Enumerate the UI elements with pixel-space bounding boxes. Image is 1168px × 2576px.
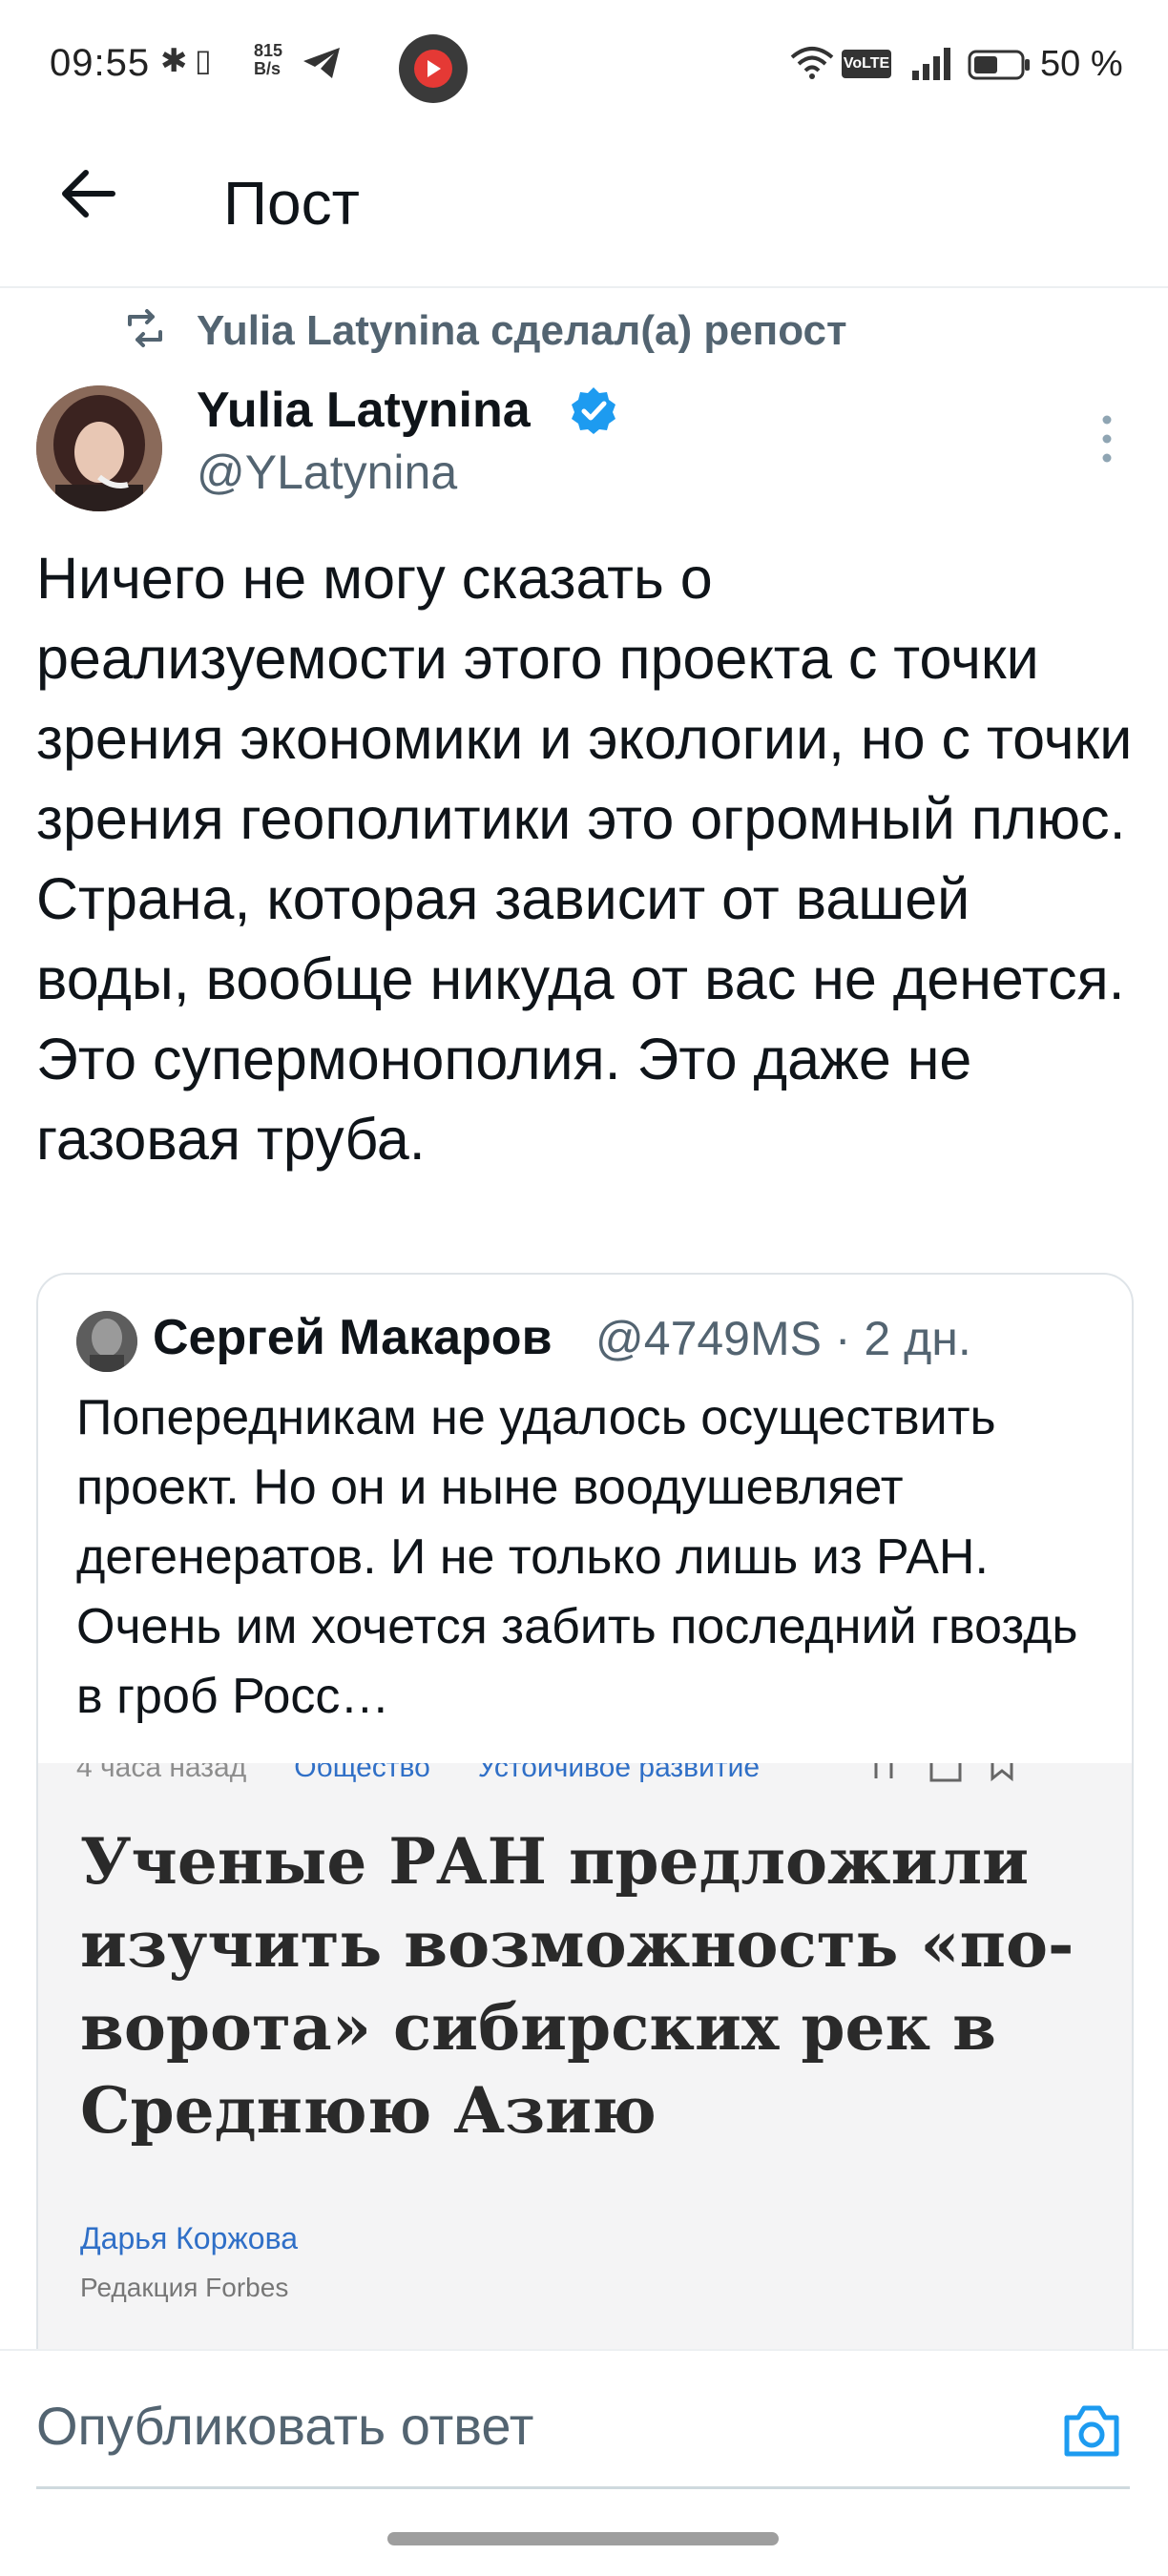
reply-input[interactable]: Опубликовать ответ — [36, 2395, 533, 2457]
quoted-post-card[interactable]: Сергей Макаров @4749MS · 2 дн. Попередни… — [36, 1273, 1134, 2402]
verified-badge-icon — [569, 385, 618, 435]
reply-underline — [36, 2486, 1130, 2489]
bluetooth-icon: ✱ — [160, 43, 188, 79]
avatar[interactable] — [36, 385, 162, 511]
net-speed: 815 B/s — [254, 41, 283, 78]
signal-icon — [910, 46, 954, 80]
article-time: 4 часа назад — [76, 1763, 247, 1783]
status-time: 09:55 — [50, 42, 151, 84]
article-headline: Ученые РАН предложили изучить возможност… — [80, 1824, 1074, 2148]
arrow-left-icon — [62, 170, 115, 218]
screen-record-icon[interactable] — [399, 34, 468, 103]
back-button[interactable] — [55, 160, 122, 227]
telegram-icon — [302, 46, 344, 80]
battery-percent: 50 % — [1040, 44, 1123, 84]
battery-icon — [968, 50, 1031, 80]
page-title: Пост — [223, 169, 360, 238]
gesture-nav-bar[interactable] — [387, 2532, 779, 2545]
quote-avatar[interactable] — [76, 1311, 137, 1372]
article-editor: Редакция Forbes — [80, 2273, 289, 2302]
article-category: Общество — [294, 1763, 430, 1783]
quote-author-name[interactable]: Сергей Макаров — [153, 1309, 553, 1366]
repost-icon — [124, 307, 166, 349]
vibrate-icon: ▯ — [195, 43, 212, 77]
article-author: Дарья Коржова — [80, 2221, 299, 2255]
quote-text: Попередникам не удалось осуществить прое… — [76, 1390, 1078, 1724]
more-vertical-icon — [1102, 415, 1112, 463]
volte-badge: VoLTE — [842, 50, 891, 78]
author-name[interactable]: Yulia Latynina — [197, 382, 531, 439]
post-text: Ничего не могу сказать о реализуемости э… — [36, 546, 1133, 1172]
author-handle[interactable]: @YLatynina — [197, 445, 457, 500]
repost-label[interactable]: Yulia Latynina сделал(а) репост — [197, 307, 847, 355]
reply-divider — [0, 2349, 1168, 2351]
more-options-button[interactable] — [1094, 412, 1120, 466]
header-divider — [0, 286, 1168, 288]
article-category: Устойчивое развитие — [477, 1763, 761, 1783]
quote-article-image[interactable]: 4 часа назад Общество Устойчивое развитие … — [38, 1763, 1132, 2400]
quote-author-handle[interactable]: @4749MS · 2 дн. — [595, 1311, 971, 1366]
camera-icon — [1064, 2405, 1119, 2457]
article-share-icons — [868, 1763, 1021, 1788]
wifi-icon — [788, 46, 836, 80]
article-meta-row: 4 часа назад Общество Устойчивое развитие — [76, 1763, 760, 1784]
camera-button[interactable] — [1061, 2402, 1122, 2460]
